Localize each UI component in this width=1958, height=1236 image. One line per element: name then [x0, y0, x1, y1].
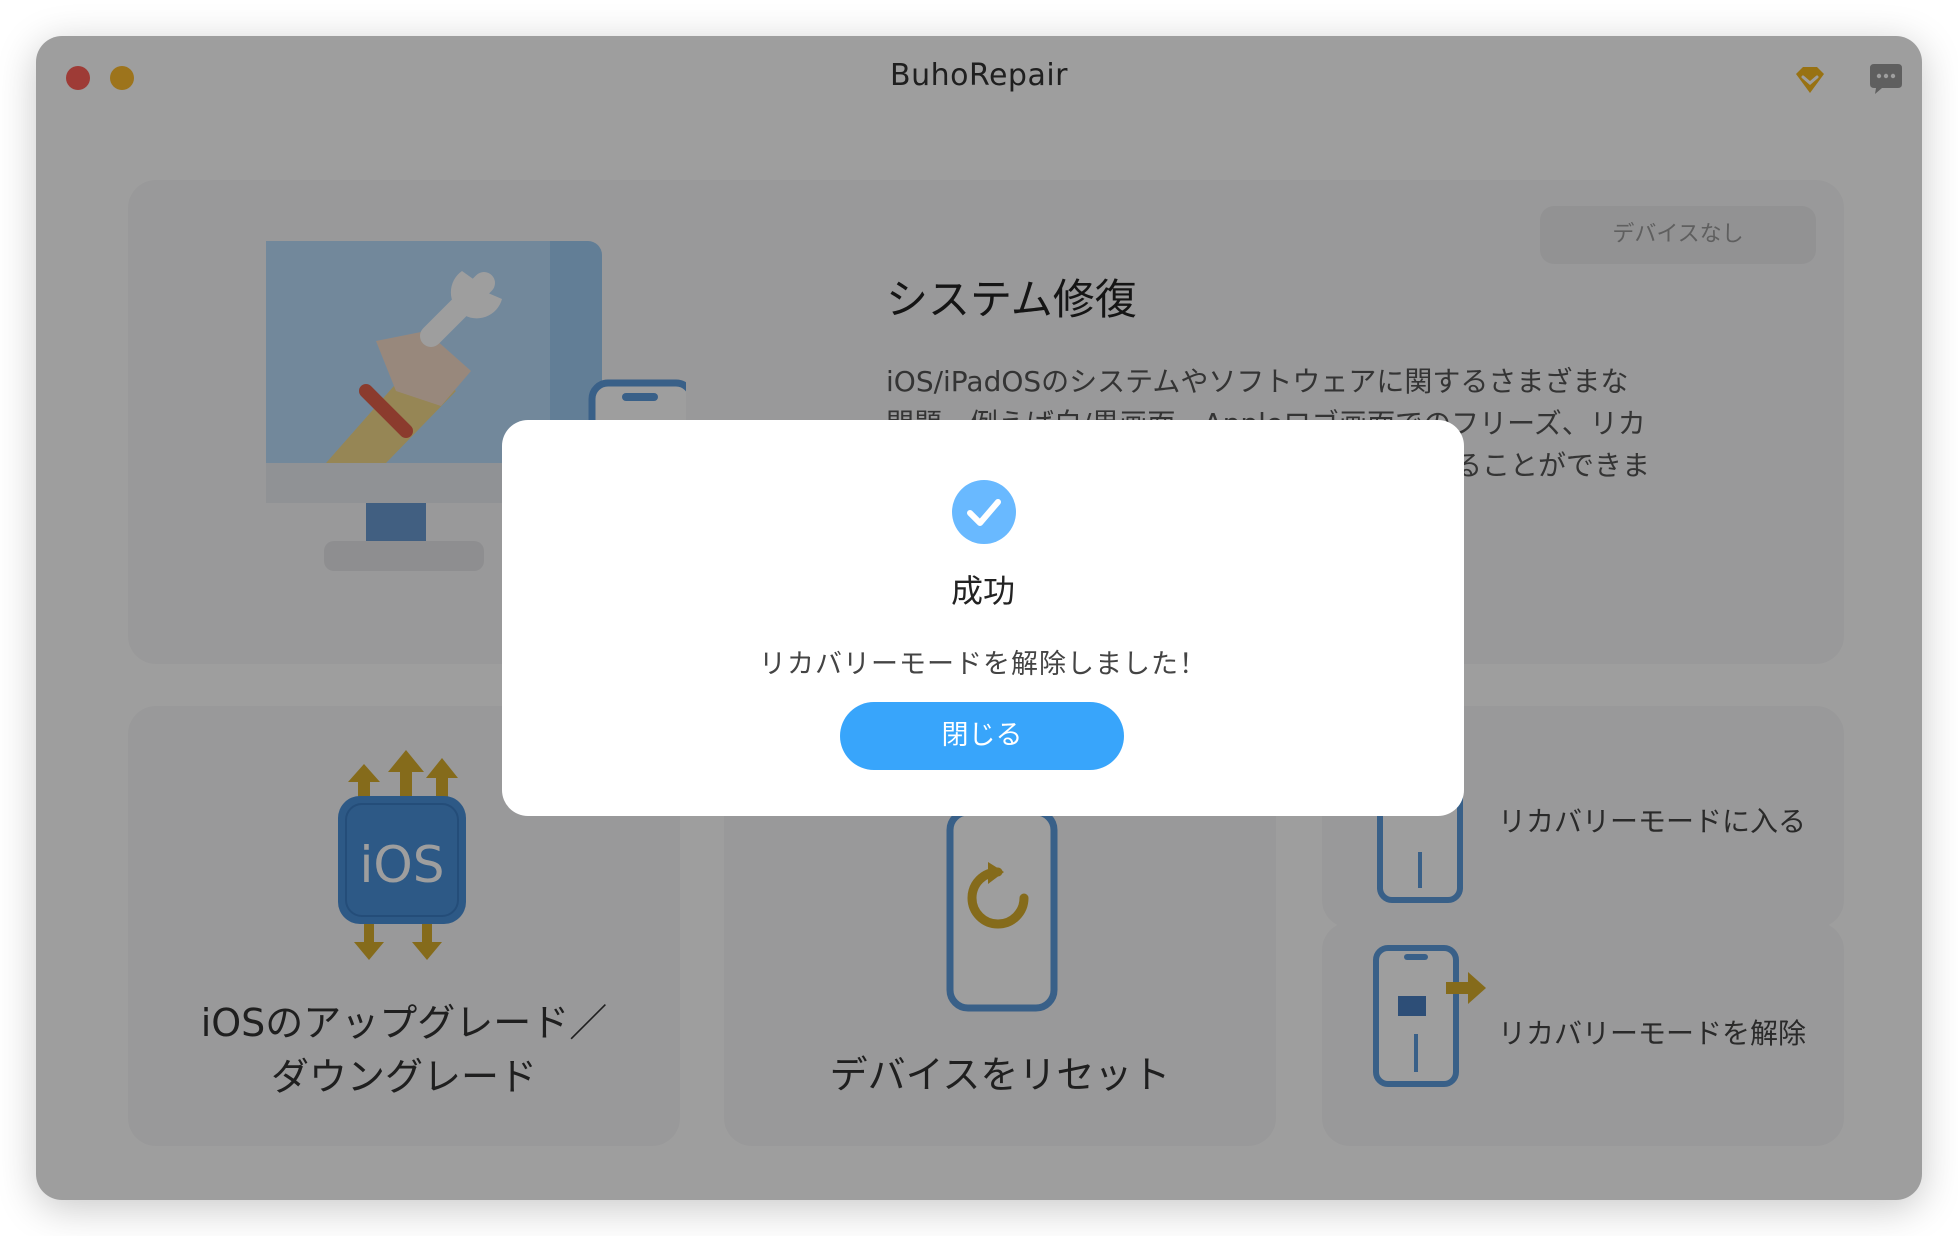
app-window: BuhoRepair システム修復 iOS/iPadOSのシステムやソフトウェア…: [36, 36, 1922, 1200]
dialog-message: リカバリーモードを解除しました！: [759, 649, 1207, 680]
success-dialog: 成功 リカバリーモードを解除しました！ 閉じる: [502, 420, 1464, 816]
check-circle-icon: [952, 480, 1016, 544]
close-dialog-button[interactable]: 閉じる: [840, 702, 1124, 770]
dialog-title: 成功: [950, 572, 1015, 610]
